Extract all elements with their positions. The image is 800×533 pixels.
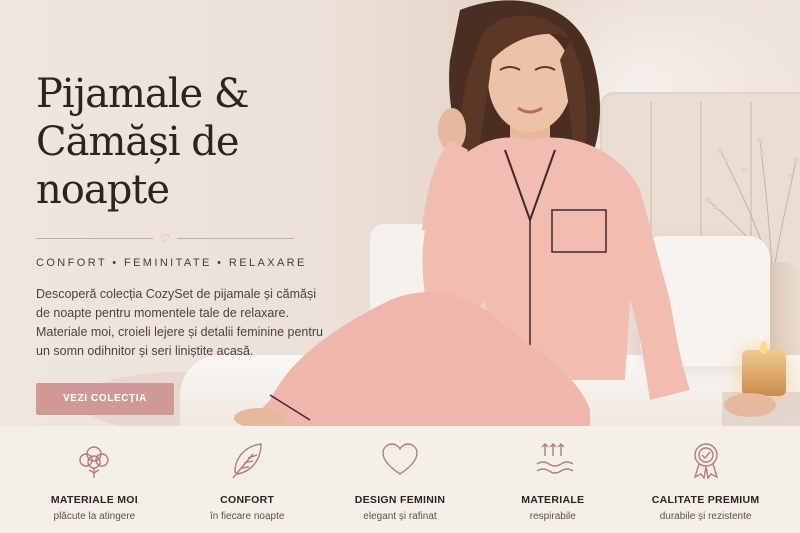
feature-soft-materials: MATERIALE MOI plăcute la atingere [19,440,169,522]
title-divider: ♡ [36,232,294,245]
feature-title: MATERIALE MOI [50,494,138,506]
divider-line [177,238,294,239]
feature-breathable: MATERIALE respirabile [478,440,628,522]
cotton-flower-icon [79,446,110,478]
feature-premium-quality: CALITATE PREMIUM durabile și rezistente [631,440,781,522]
heart-icon [382,443,418,475]
view-collection-button[interactable]: VEZI COLECȚIA [36,383,174,415]
feature-title: MATERIALE [521,494,585,506]
tagline: CONFORT • FEMINITATE • RELAXARE [36,257,307,269]
award-badge-icon [693,443,718,480]
heart-icon: ♡ [160,233,170,245]
feature-title: CONFORT [220,494,275,506]
hero-banner: Pijamale & Cămăși de noapte ♡ CONFORT • … [0,0,800,426]
feature-feminine-design: DESIGN FEMININ elegant și rafinat [325,440,475,522]
feature-subtitle: în fiecare noapte [209,511,285,522]
breathable-icon [536,443,573,474]
feather-icon [232,443,262,479]
feature-subtitle: respirabile [529,511,576,522]
feature-subtitle: durabile și rezistente [659,511,752,522]
hero-text-block: Pijamale & Cămăși de noapte ♡ CONFORT • … [36,70,336,415]
feature-title: DESIGN FEMININ [354,494,446,506]
feature-title: CALITATE PREMIUM [651,494,760,506]
hero-description: Descoperă colecția CozySet de pijamale ș… [36,287,323,358]
divider-line [36,238,153,239]
features-strip: MATERIALE MOI plăcute la atingere CONFOR… [0,426,800,533]
feature-comfort: CONFORT în fiecare noapte [172,440,322,522]
feature-subtitle: elegant și rafinat [363,511,437,522]
page-title: Pijamale & Cămăși de noapte [36,71,250,213]
feature-subtitle: plăcute la atingere [53,511,136,522]
